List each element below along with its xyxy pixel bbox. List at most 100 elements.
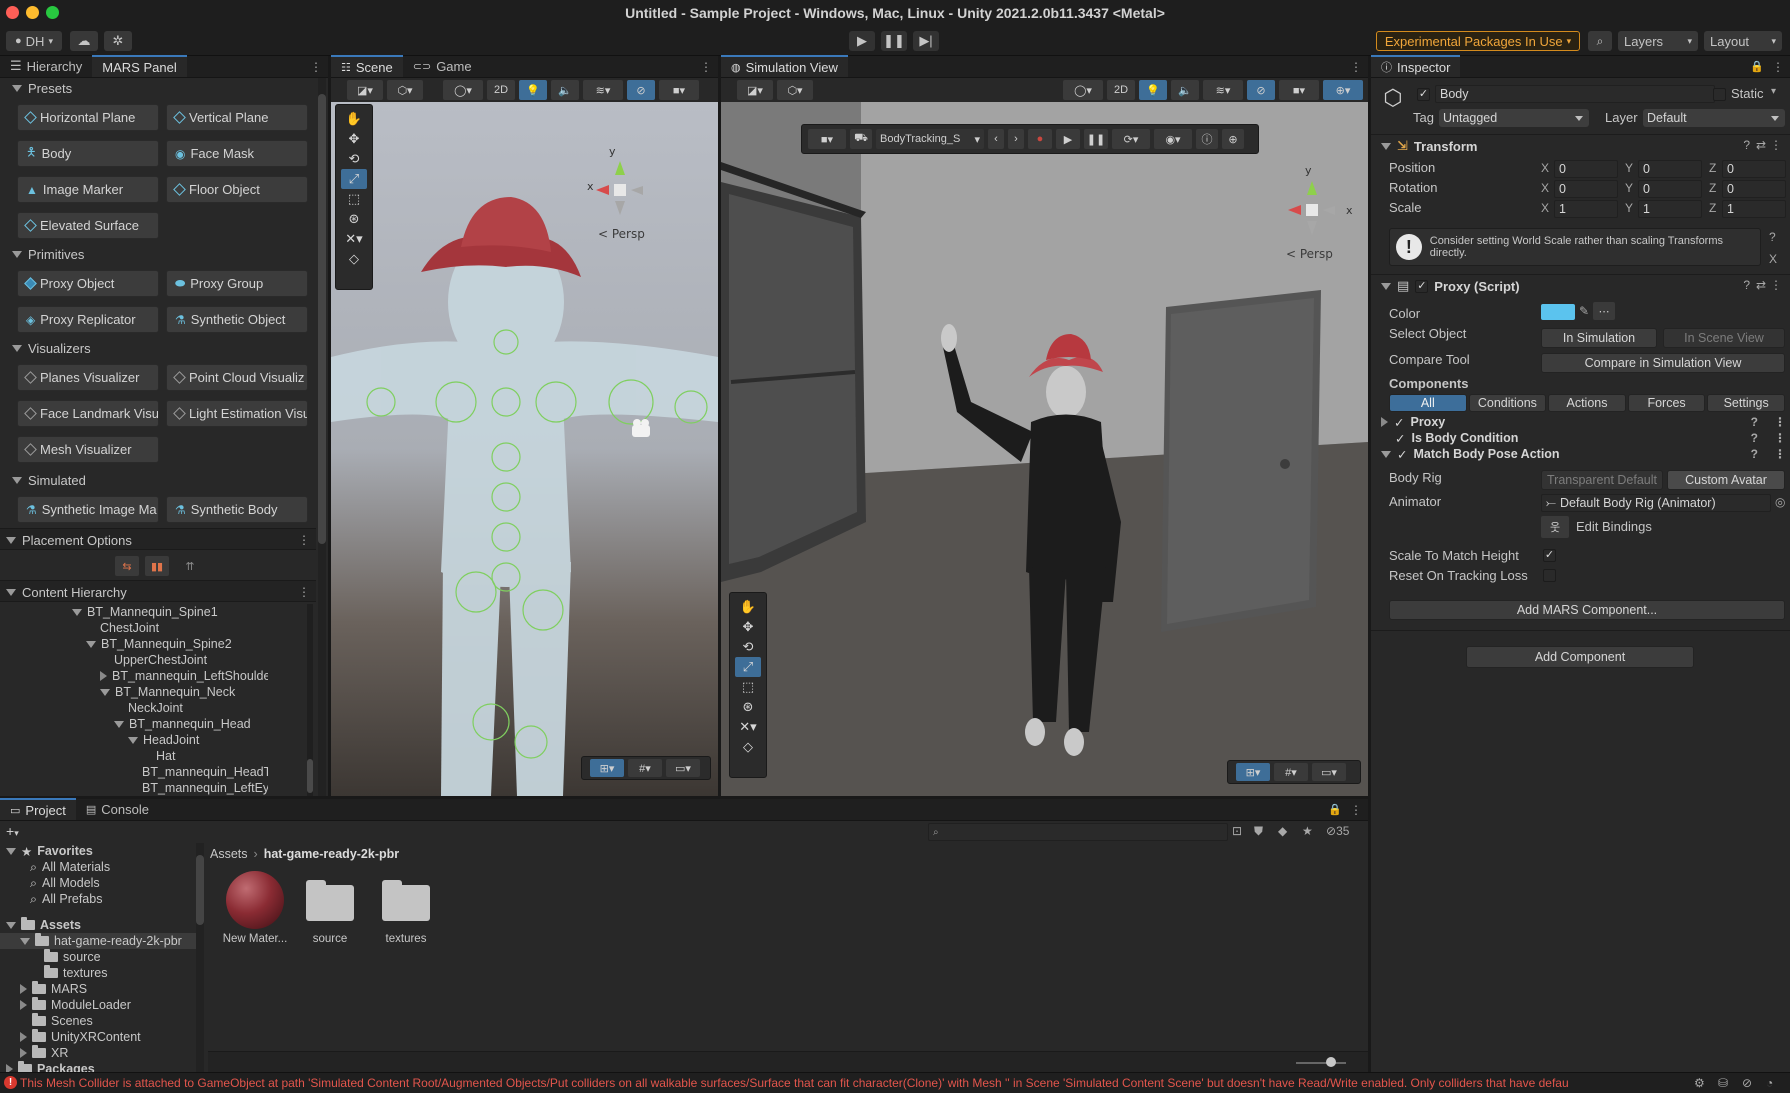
- sim-draw-mode-dropdown[interactable]: ◪▾: [737, 80, 773, 100]
- asset-folder[interactable]: UnityXRContent: [0, 1029, 200, 1045]
- item-menu-icon[interactable]: ⋮: [1774, 431, 1786, 445]
- favorite-icon[interactable]: ★: [1302, 824, 1313, 838]
- move-tool[interactable]: ✥: [341, 129, 367, 149]
- create-button[interactable]: +▾: [6, 823, 19, 839]
- help-icon[interactable]: ?: [1751, 431, 1758, 445]
- lock-icon[interactable]: 🔒: [1750, 60, 1764, 73]
- favorite-item[interactable]: ⌕ All Prefabs: [0, 891, 200, 907]
- scale-to-match-height-checkbox[interactable]: ✓: [1543, 549, 1556, 562]
- custom-tool[interactable]: ✕▾: [341, 229, 367, 249]
- asset-folder-selected[interactable]: hat-game-ready-2k-pbr: [0, 933, 200, 949]
- edit-bindings-icon-button[interactable]: 웃: [1541, 516, 1569, 538]
- sim-gizmo-dropdown[interactable]: ⬡▾: [777, 80, 813, 100]
- custom-tool[interactable]: ✕▾: [735, 717, 761, 737]
- sim-audio-toggle[interactable]: 🔈: [1171, 80, 1199, 100]
- animator-field[interactable]: ⤚ Default Body Rig (Animator): [1541, 494, 1771, 512]
- tag-dropdown[interactable]: Untagged: [1439, 109, 1589, 127]
- placement-snap-button[interactable]: ⇆: [115, 556, 139, 576]
- placement-align-button[interactable]: ▮▮: [145, 556, 169, 576]
- render-mode-dropdown[interactable]: ◯▾: [443, 80, 483, 100]
- record-button[interactable]: ●: [1028, 129, 1052, 149]
- label-filter-icon[interactable]: ◆: [1278, 824, 1287, 838]
- toggle-2d-button[interactable]: 2D: [487, 80, 515, 100]
- more-options-icon[interactable]: ⋮: [1772, 60, 1784, 74]
- cache-icon[interactable]: ⛁: [1718, 1076, 1728, 1090]
- favorites-header[interactable]: ★ Favorites: [0, 843, 200, 859]
- tree-item[interactable]: Hat: [0, 748, 268, 764]
- is-body-condition-row[interactable]: ✓ Is Body Condition ? ⋮: [1395, 430, 1786, 446]
- compare-in-simulation-button[interactable]: Compare in Simulation View: [1541, 353, 1785, 373]
- lighting-toggle[interactable]: 💡: [519, 80, 547, 100]
- preset-elevated-surface-button[interactable]: Elevated Surface: [17, 212, 159, 239]
- placement-options-menu-icon[interactable]: ⋮: [298, 533, 310, 547]
- tree-item[interactable]: NeckJoint: [0, 700, 268, 716]
- tab-simulation-view[interactable]: ◍ Simulation View: [721, 55, 848, 77]
- layout-dropdown[interactable]: Layout ▾: [1704, 31, 1782, 51]
- next-environment-button[interactable]: ›: [1008, 129, 1024, 149]
- sim-camera-mode-button[interactable]: ■▾: [808, 129, 846, 149]
- asset-folder[interactable]: Scenes: [0, 1013, 200, 1029]
- preset-image-marker-button[interactable]: ▲ Image Marker: [17, 176, 159, 203]
- sim-persp-label[interactable]: < Persp: [1286, 247, 1333, 261]
- tree-scrollbar[interactable]: [307, 604, 313, 796]
- preset-icon[interactable]: ⇄: [1756, 138, 1766, 152]
- layers-dropdown[interactable]: Layers ▾: [1618, 31, 1698, 51]
- proxy-component-row[interactable]: ✓ Proxy ? ⋮: [1381, 414, 1786, 430]
- rotation-x-field[interactable]: 0: [1554, 180, 1618, 198]
- sim-loop-dropdown[interactable]: ⟳▾: [1112, 129, 1150, 149]
- sim-play-button[interactable]: ▶: [1056, 129, 1080, 149]
- draw-mode-dropdown[interactable]: ◪▾: [347, 80, 383, 100]
- tab-project[interactable]: ▭ Project: [0, 798, 76, 820]
- add-component-button[interactable]: Add Component: [1466, 646, 1694, 668]
- search-button[interactable]: ⌕: [1588, 31, 1612, 51]
- tab-console[interactable]: ▤ Console: [76, 798, 159, 820]
- sim-lighting-toggle[interactable]: 💡: [1139, 80, 1167, 100]
- scale-tool[interactable]: ⤢: [735, 657, 761, 677]
- asset-item-textures[interactable]: textures: [376, 879, 436, 945]
- camera-dropdown[interactable]: ■▾: [659, 80, 699, 100]
- position-y-field[interactable]: 0: [1638, 160, 1702, 178]
- add-mars-component-button[interactable]: Add MARS Component...: [1389, 600, 1785, 620]
- increment-snap-button[interactable]: ▭▾: [1312, 763, 1346, 781]
- effects-dropdown[interactable]: ≋▾: [583, 80, 623, 100]
- persp-label[interactable]: < Persp: [598, 227, 645, 241]
- object-name-field[interactable]: Body: [1435, 85, 1715, 103]
- tree-item[interactable]: BT_mannequin_HeadT: [0, 764, 268, 780]
- tab-hierarchy[interactable]: ☰ Hierarchy: [0, 55, 92, 77]
- sim-toggle-2d-button[interactable]: 2D: [1107, 80, 1135, 100]
- planes-visualizer-button[interactable]: Planes Visualizer: [17, 364, 159, 391]
- help-icon[interactable]: ?: [1751, 415, 1758, 429]
- session-dropdown[interactable]: BodyTracking_S ▾: [876, 129, 984, 149]
- scene-viewport[interactable]: y x < Persp ✋ ✥ ⟲ ⤢ ⬚ ⊛ ✕▾ ◇ ⊞▾ #▾ ▭▾: [331, 102, 718, 796]
- breadcrumb-current[interactable]: hat-game-ready-2k-pbr: [264, 847, 399, 861]
- filter-tab-conditions[interactable]: Conditions: [1468, 394, 1547, 412]
- move-tool[interactable]: ✥: [735, 617, 761, 637]
- help-icon[interactable]: ?: [1743, 138, 1750, 152]
- tab-inspector[interactable]: ⓘ Inspector: [1371, 55, 1461, 77]
- preset-floor-object-button[interactable]: Floor Object: [166, 176, 308, 203]
- position-x-field[interactable]: 0: [1554, 160, 1618, 178]
- color-swatch[interactable]: [1541, 304, 1575, 320]
- scrollbar-thumb[interactable]: [196, 855, 204, 925]
- preset-face-mask-button[interactable]: ◉ Face Mask: [166, 140, 308, 167]
- help-icon[interactable]: ?: [1743, 278, 1750, 292]
- point-cloud-visualizer-button[interactable]: Point Cloud Visualiz: [166, 364, 308, 391]
- asset-folder[interactable]: XR: [0, 1045, 200, 1061]
- custom-avatar-button[interactable]: Custom Avatar: [1667, 470, 1785, 490]
- hand-tool[interactable]: ✋: [341, 109, 367, 129]
- prev-environment-button[interactable]: ‹: [988, 129, 1004, 149]
- light-estimation-visualizer-button[interactable]: Light Estimation Visu: [166, 400, 308, 427]
- eyedropper-icon[interactable]: ✎: [1579, 304, 1589, 318]
- debug-icon[interactable]: ⚙: [1694, 1076, 1705, 1090]
- scale-y-field[interactable]: 1: [1638, 200, 1702, 218]
- filter-tab-forces[interactable]: Forces: [1627, 394, 1706, 412]
- gizmo-dropdown[interactable]: ⬡▾: [387, 80, 423, 100]
- sim-visibility-dropdown[interactable]: ◉▾: [1154, 129, 1192, 149]
- zoom-slider-track[interactable]: [1296, 1062, 1346, 1064]
- layer-dropdown[interactable]: Default: [1643, 109, 1785, 127]
- warning-help-icon[interactable]: ?: [1769, 230, 1776, 244]
- match-body-pose-row[interactable]: ✓ Match Body Pose Action ? ⋮: [1381, 446, 1786, 462]
- search-type-icon[interactable]: ⊡: [1232, 824, 1242, 838]
- tree-item[interactable]: UpperChestJoint: [0, 652, 268, 668]
- lock-icon[interactable]: 🔒: [1328, 803, 1342, 816]
